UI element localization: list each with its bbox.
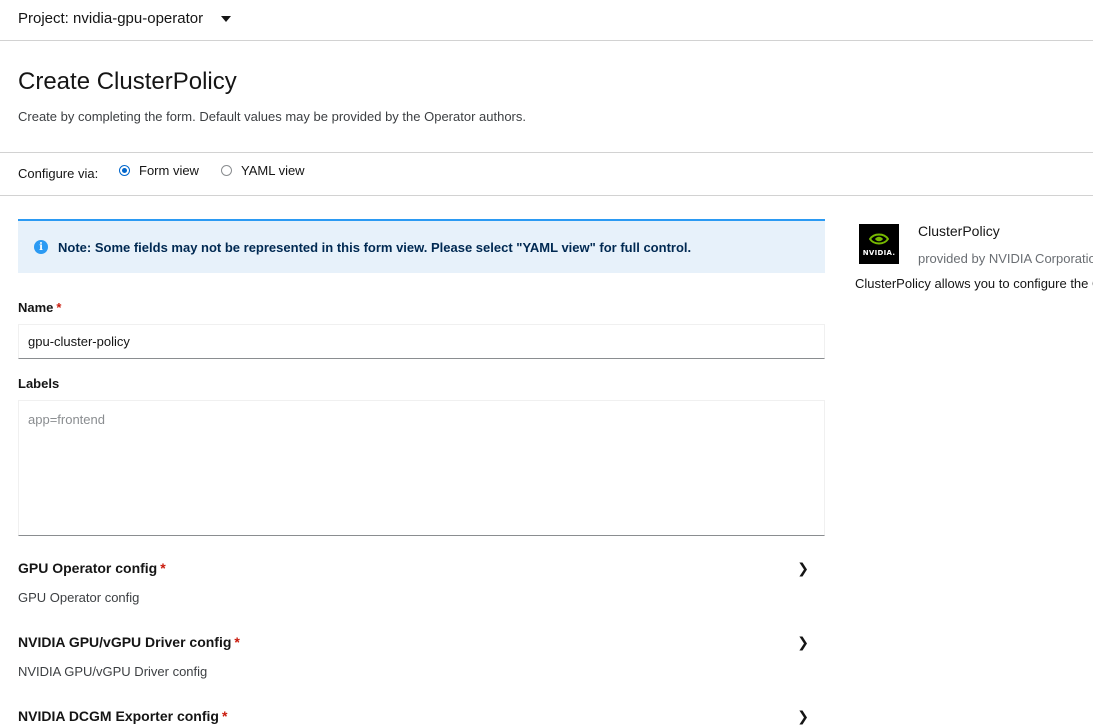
caret-down-icon [221, 15, 232, 22]
required-indicator: * [56, 300, 62, 315]
form-view-radio[interactable]: Form view [119, 163, 199, 178]
section-dcgm-exporter-config[interactable]: NVIDIA DCGM Exporter config * ❯ [18, 708, 825, 726]
operator-provider: provided by NVIDIA Corporation [918, 251, 1093, 266]
section-title-text: NVIDIA DCGM Exporter config [18, 708, 219, 724]
section-gpu-operator-config[interactable]: GPU Operator config * ❯ GPU Operator conf… [18, 560, 825, 610]
section-title-text: GPU Operator config [18, 560, 158, 576]
required-indicator: * [160, 560, 166, 576]
chevron-right-icon[interactable]: ❯ [797, 634, 809, 651]
yaml-view-radio[interactable]: YAML view [221, 163, 305, 178]
section-title: NVIDIA DCGM Exporter config * [18, 708, 825, 724]
chevron-right-icon[interactable]: ❯ [797, 560, 809, 577]
info-alert: i Note: Some fields may not be represent… [18, 219, 825, 273]
operator-info-panel: NVIDIA. ClusterPolicy provided by NVIDIA… [855, 222, 1093, 302]
project-bar: Project: nvidia-gpu-operator [0, 0, 1093, 41]
name-label-text: Name [18, 300, 54, 315]
form-view-label: Form view [139, 163, 199, 178]
project-selector-label: Project: nvidia-gpu-operator [18, 10, 204, 27]
page-description: Create by completing the form. Default v… [18, 109, 526, 124]
alert-text: Note: Some fields may not be represented… [58, 239, 692, 255]
project-selector[interactable]: Project: nvidia-gpu-operator [18, 10, 232, 27]
section-title: GPU Operator config * [18, 560, 825, 576]
info-icon: i [34, 240, 48, 254]
chevron-right-icon[interactable]: ❯ [797, 708, 809, 725]
configure-via-bar: Configure via: Form view YAML view [0, 152, 1093, 196]
name-input[interactable] [18, 324, 825, 359]
section-title: NVIDIA GPU/vGPU Driver config * [18, 634, 825, 650]
section-description: GPU Operator config [18, 590, 140, 605]
nvidia-eye-icon [869, 233, 889, 245]
operator-title: ClusterPolicy [918, 223, 1000, 239]
section-title-text: NVIDIA GPU/vGPU Driver config [18, 634, 232, 650]
labels-input[interactable] [18, 400, 825, 536]
operator-description: ClusterPolicy allows you to configure th… [855, 276, 1093, 291]
required-indicator: * [234, 634, 240, 650]
configure-via-label: Configure via: [18, 166, 99, 181]
radio-checked-icon[interactable] [119, 165, 130, 176]
nvidia-logo-text: NVIDIA. [862, 249, 896, 257]
radio-unchecked-icon[interactable] [221, 165, 232, 176]
labels-label: Labels [18, 376, 59, 391]
yaml-view-label: YAML view [241, 163, 305, 178]
required-indicator: * [221, 708, 228, 724]
name-label: Name * [18, 300, 61, 315]
section-description: NVIDIA GPU/vGPU Driver config [18, 664, 208, 679]
section-driver-config[interactable]: NVIDIA GPU/vGPU Driver config * ❯ NVIDIA … [18, 634, 825, 684]
labels-label-text: Labels [18, 376, 60, 391]
nvidia-logo: NVIDIA. [859, 224, 899, 264]
page-title: Create ClusterPolicy [18, 68, 237, 95]
